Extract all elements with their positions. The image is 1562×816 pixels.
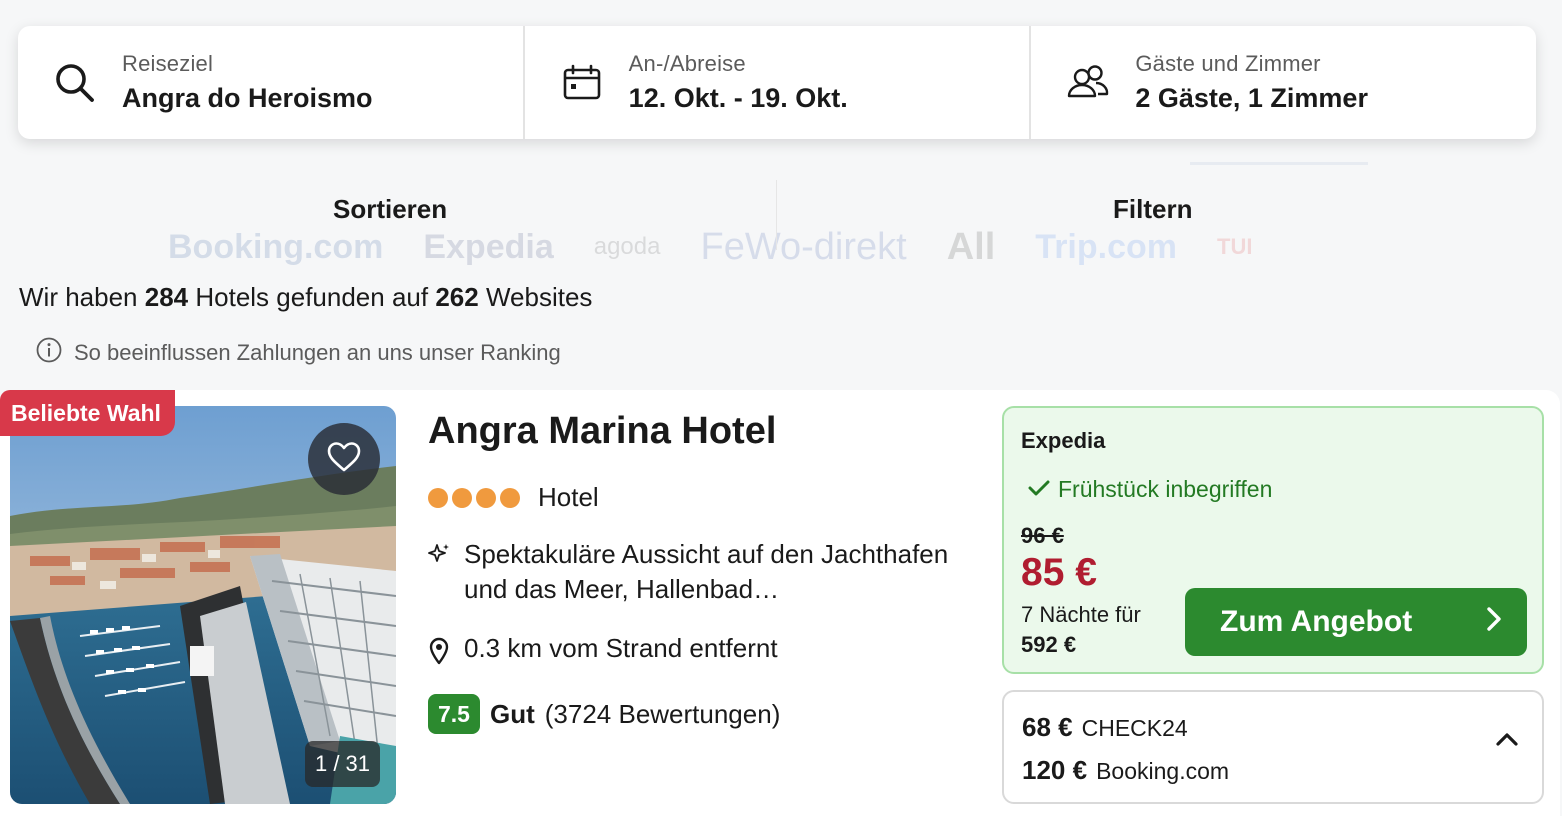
hotel-distance: 0.3 km vom Strand entfernt: [428, 631, 778, 666]
favorite-button[interactable]: [308, 423, 380, 495]
guests-icon: [1065, 60, 1111, 106]
hotel-highlight: Spektakuläre Aussicht auf den Jachthafen…: [428, 537, 968, 607]
old-price: 96 €: [1021, 523, 1064, 548]
distance-text: 0.3 km vom Strand entfernt: [464, 633, 778, 663]
star-dot: [476, 487, 496, 508]
site-count: 262: [435, 282, 479, 312]
partner-logo: agoda: [593, 233, 661, 260]
popular-choice-badge: Beliebte Wahl: [0, 390, 175, 436]
heart-icon: [326, 441, 362, 478]
sparkle-icon: [428, 537, 450, 565]
total-amount: 592 €: [1021, 632, 1077, 657]
toolbar-divider: [776, 180, 777, 250]
sort-button[interactable]: Sortieren: [333, 194, 447, 225]
review-count: (3724 Bewertungen): [544, 698, 781, 729]
total-price: 7 Nächte für 592 €: [1021, 600, 1141, 660]
destination-label: Reiseziel: [122, 51, 214, 76]
hotel-count: 284: [144, 282, 189, 312]
star-dot: [428, 487, 448, 508]
hotel-name[interactable]: Angra Marina Hotel: [428, 410, 776, 453]
highlight-text: Spektakuläre Aussicht auf den Jachthafen…: [464, 539, 949, 604]
search-bar: Reiseziel Angra do Heroismo An-/Abreise …: [18, 26, 1536, 139]
perk-text: Frühstück inbegriffen: [1058, 476, 1273, 502]
dates-value: 12. Okt. - 19. Okt.: [628, 83, 848, 113]
guests-label: Gäste und Zimmer: [1135, 51, 1321, 76]
guests-field[interactable]: Gäste und Zimmer 2 Gäste, 1 Zimmer: [1029, 26, 1536, 139]
other-offers[interactable]: 68 € CHECK24 120 € Booking.com: [1002, 690, 1544, 804]
partner-logo: All: [946, 225, 996, 268]
deal-perk: Frühstück inbegriffen: [1028, 476, 1272, 503]
rating-word: Gut: [489, 698, 535, 729]
nights-text: 7 Nächte für: [1021, 602, 1141, 627]
partner-logo: TUI: [1217, 234, 1253, 259]
view-deal-button[interactable]: Zum Angebot: [1185, 588, 1527, 656]
results-prefix: Wir haben: [19, 282, 138, 312]
deal-provider: Expedia: [1021, 428, 1106, 453]
search-icon: [52, 60, 98, 106]
results-middle: Hotels gefunden auf: [195, 282, 429, 312]
star-dot: [500, 487, 520, 508]
location-pin-icon: [428, 631, 450, 665]
ranking-info-link[interactable]: So beeinflussen Zahlungen an uns unser R…: [36, 337, 561, 369]
filter-button[interactable]: Filtern: [1113, 194, 1192, 225]
ranking-info-text: So beeinflussen Zahlungen an uns unser R…: [74, 340, 561, 365]
offer-price: 120 €: [1022, 755, 1088, 785]
offer-row[interactable]: 120 € Booking.com: [1022, 755, 1229, 786]
rating-score: 7.5: [428, 694, 480, 734]
offer-price: 68 €: [1022, 712, 1073, 742]
partner-logo: Booking.com: [168, 227, 384, 266]
dates-field[interactable]: An-/Abreise 12. Okt. - 19. Okt.: [522, 26, 1030, 139]
offer-provider: CHECK24: [1081, 715, 1188, 741]
chevron-up-icon[interactable]: [1496, 732, 1518, 751]
hotel-stars: Hotel: [428, 482, 599, 513]
destination-field[interactable]: Reiseziel Angra do Heroismo: [18, 26, 523, 139]
star-dot: [452, 487, 472, 508]
deal-price: 85 €: [1021, 551, 1097, 594]
check-icon: [1028, 476, 1050, 503]
partner-logo: Expedia: [423, 227, 554, 266]
dates-label: An-/Abreise: [628, 51, 746, 76]
partner-logos: Booking.com Expedia agoda FeWo-direkt Al…: [168, 222, 1418, 272]
tab-indicator: [1190, 162, 1368, 165]
photo-counter: 1 / 31: [305, 741, 380, 787]
partner-logo: FeWo-direkt: [700, 225, 907, 268]
results-suffix: Websites: [485, 282, 593, 312]
guests-value: 2 Gäste, 1 Zimmer: [1135, 83, 1368, 113]
calendar-icon: [559, 60, 605, 106]
hotel-rating[interactable]: 7.5 Gut (3724 Bewertungen): [428, 694, 780, 734]
partner-logo: Trip.com: [1035, 227, 1177, 266]
destination-value: Angra do Heroismo: [122, 83, 373, 113]
offer-row[interactable]: 68 € CHECK24: [1022, 712, 1188, 743]
info-icon: [36, 337, 62, 369]
chevron-right-icon: [1487, 605, 1501, 639]
hotel-type: Hotel: [538, 482, 599, 512]
results-summary: Wir haben 284 Hotels gefunden auf 262 We…: [19, 282, 592, 313]
offer-provider: Booking.com: [1096, 758, 1230, 784]
view-deal-label: Zum Angebot: [1220, 605, 1413, 638]
top-deal[interactable]: Expedia Frühstück inbegriffen 96 € 85 € …: [1002, 406, 1544, 674]
